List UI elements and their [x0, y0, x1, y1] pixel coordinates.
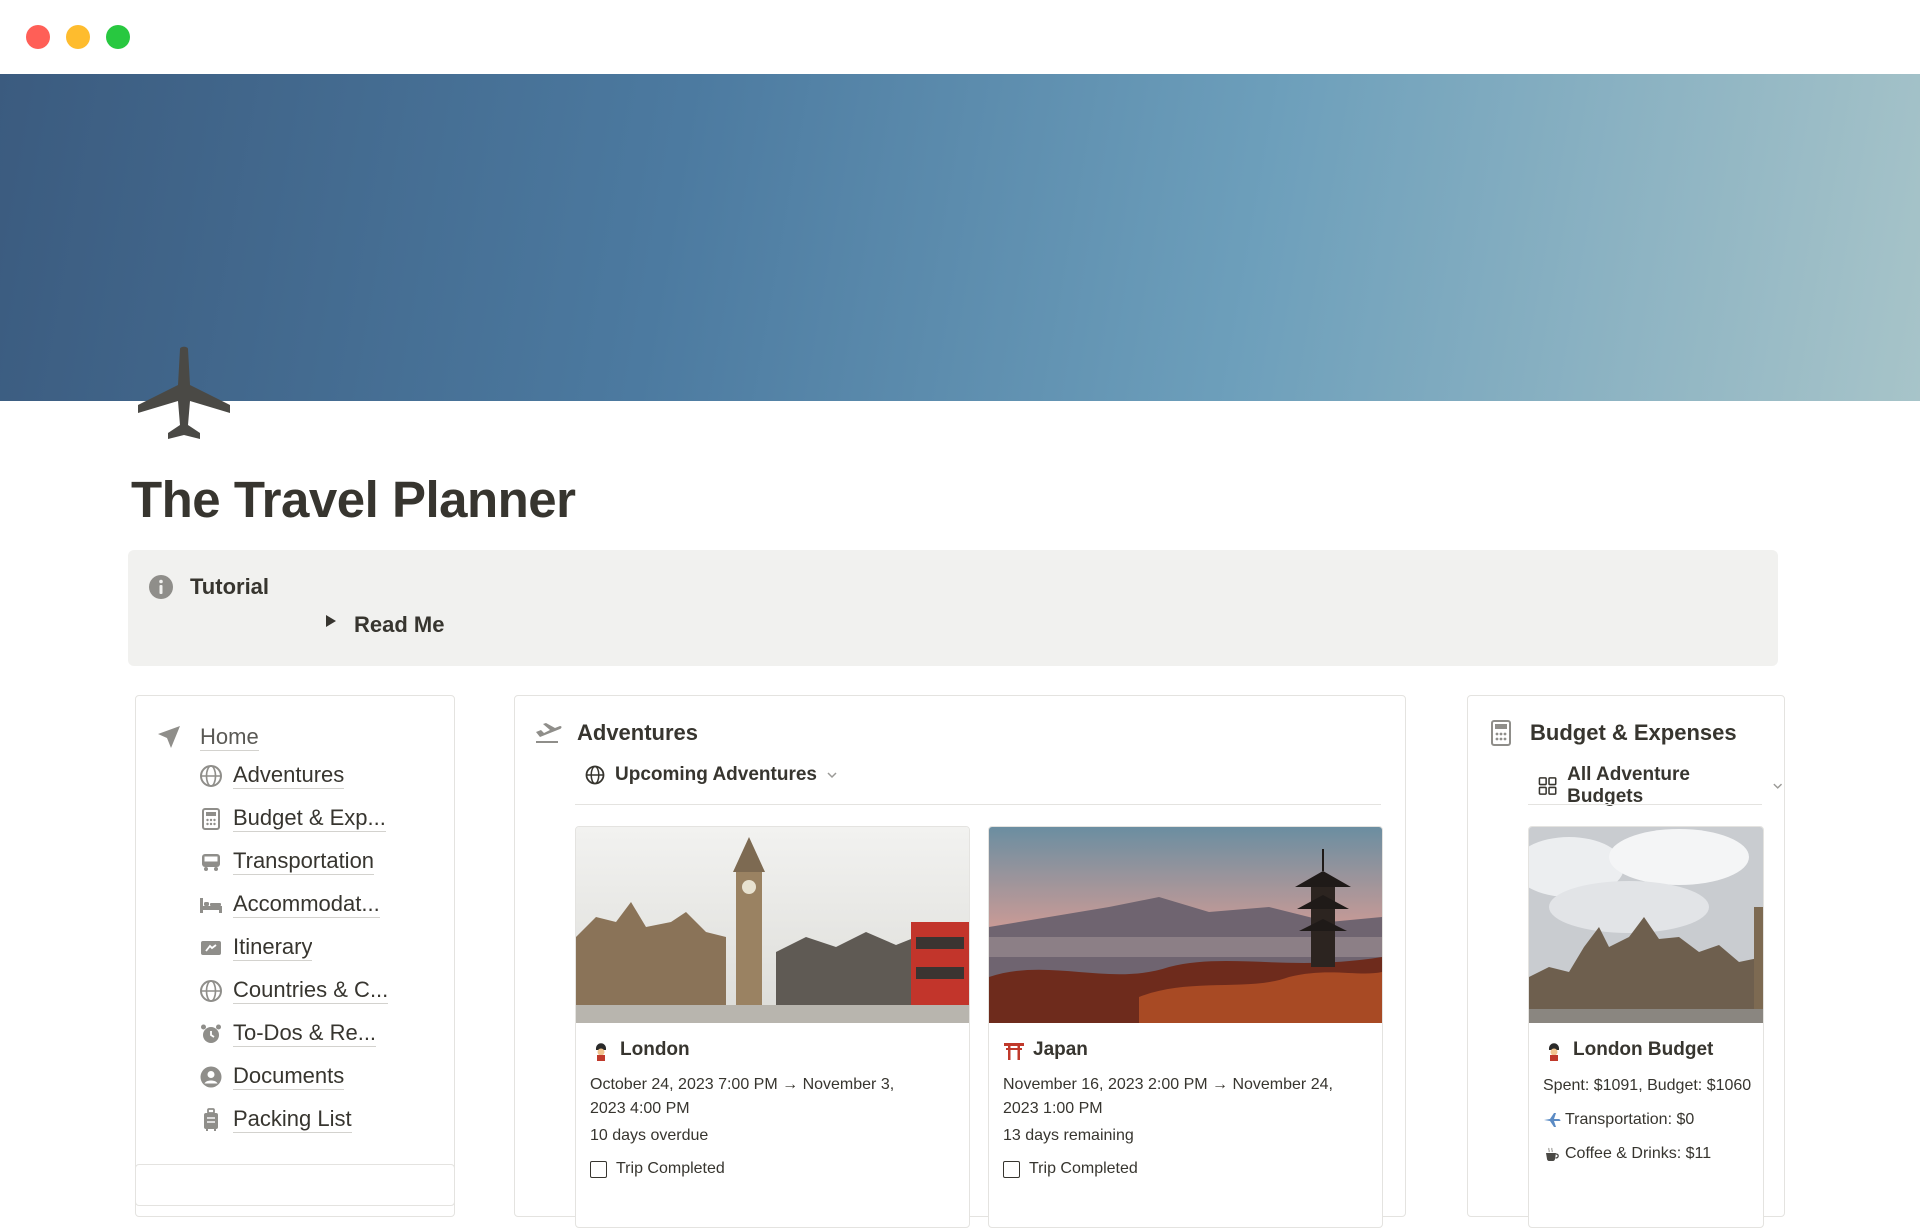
japan-cover-image — [989, 827, 1382, 1023]
budget-title[interactable]: Budget & Expenses — [1530, 720, 1737, 746]
calculator-icon — [202, 807, 220, 830]
budget-line-text: Transportation: $0 — [1565, 1111, 1695, 1128]
ticket-icon — [201, 940, 221, 955]
budget-panel: Budget & Expenses All Adventure Budgets — [1467, 695, 1785, 1228]
nav-item-label: Accommodat... — [233, 891, 380, 918]
chevron-down-icon — [1772, 783, 1782, 789]
london-cover-image — [576, 827, 969, 1023]
window-minimize-button[interactable] — [66, 25, 90, 49]
calculator-icon — [1491, 720, 1511, 746]
adventures-header: Adventures — [533, 718, 698, 748]
card-title: London Budget — [1543, 1039, 1713, 1061]
nav-item-label: Transportation — [233, 848, 375, 875]
home-link[interactable]: Home — [156, 722, 259, 752]
page-cover — [0, 74, 1920, 401]
nav-item-documents[interactable]: Documents — [199, 1055, 388, 1098]
all-adventure-budgets-view-tab[interactable]: All Adventure Budgets — [1538, 764, 1784, 808]
checkbox-label: Trip Completed — [1029, 1160, 1138, 1177]
nav-item-todos[interactable]: To-Dos & Re... — [199, 1012, 388, 1055]
coffee-cup-icon — [1546, 1147, 1559, 1161]
card-title-text: Japan — [1033, 1039, 1088, 1060]
card-status: 13 days remaining — [1003, 1127, 1134, 1144]
navigation-panel: Home Adventures Budget & Exp... Transpor… — [135, 695, 455, 1217]
card-title-text: London — [620, 1039, 690, 1060]
upcoming-adventures-view-tab[interactable]: Upcoming Adventures — [585, 764, 839, 786]
checkbox-box[interactable] — [590, 1160, 607, 1178]
budget-transportation-line: Transportation: $0 — [1543, 1111, 1694, 1129]
budget-header: Budget & Expenses — [1486, 718, 1737, 748]
bus-icon — [202, 853, 220, 871]
budget-coffee-line: Coffee & Drinks: $11 — [1543, 1145, 1711, 1163]
globe-icon — [585, 765, 605, 785]
trip-completed-checkbox[interactable]: Trip Completed — [590, 1160, 725, 1178]
view-tab-divider — [575, 804, 1381, 805]
trip-completed-checkbox[interactable]: Trip Completed — [1003, 1160, 1138, 1178]
navigation-arrow-icon — [158, 726, 180, 748]
globe-icon — [200, 764, 222, 787]
bed-icon — [200, 897, 222, 913]
adventures-panel: Adventures Upcoming Adventures London Oc… — [514, 695, 1406, 1228]
user-circle-icon — [200, 1066, 222, 1087]
nav-item-label: Budget & Exp... — [233, 805, 386, 832]
nav-item-itinerary[interactable]: Itinerary — [199, 926, 388, 969]
nav-item-label: Packing List — [233, 1106, 352, 1133]
adventure-card-london[interactable]: London October 24, 2023 7:00 PM → Novemb… — [575, 826, 970, 1228]
window-titlebar — [0, 0, 1920, 74]
card-title: Japan — [1003, 1039, 1088, 1061]
budget-line-text: Coffee & Drinks: $11 — [1565, 1145, 1712, 1162]
nav-item-label: Documents — [233, 1063, 345, 1090]
read-me-toggle[interactable]: Read Me — [354, 612, 444, 638]
nav-item-label: To-Dos & Re... — [233, 1020, 377, 1047]
callout-title: Tutorial — [190, 574, 270, 599]
checkbox-box[interactable] — [1003, 1160, 1020, 1178]
view-tab-label: All Adventure Budgets — [1567, 764, 1690, 807]
airplane-takeoff-icon — [536, 723, 562, 743]
luggage-icon — [204, 1107, 218, 1131]
nav-item-packing-list[interactable]: Packing List — [199, 1098, 388, 1141]
guardsman-emoji-icon — [1548, 1043, 1560, 1061]
gallery-grid-icon — [1538, 777, 1557, 795]
view-tab-divider — [1528, 804, 1762, 805]
budget-card-london[interactable]: London Budget Spent: $1091, Budget: $106… — [1528, 826, 1764, 1228]
info-icon — [149, 575, 173, 599]
nav-item-budget[interactable]: Budget & Exp... — [199, 797, 388, 840]
view-tab-label: Upcoming Adventures — [615, 764, 817, 785]
torii-gate-icon — [1004, 1043, 1024, 1060]
nav-item-transportation[interactable]: Transportation — [199, 840, 388, 883]
globe-icon — [200, 979, 222, 1002]
nav-list: Adventures Budget & Exp... Transportatio… — [199, 754, 389, 1141]
card-dates: October 24, 2023 7:00 PM → November 3, 2… — [590, 1076, 895, 1117]
toggle-triangle-icon[interactable] — [324, 614, 338, 628]
nav-item-label: Countries & C... — [233, 977, 389, 1004]
nav-item-countries[interactable]: Countries & C... — [199, 969, 389, 1012]
nav-item-adventures[interactable]: Adventures — [199, 754, 388, 797]
chevron-down-icon — [827, 772, 837, 779]
window-close-button[interactable] — [26, 25, 50, 49]
nav-item-label: Itinerary — [233, 934, 313, 961]
tutorial-callout: Tutorial Read Me — [128, 550, 1778, 666]
london-budget-cover-image — [1529, 827, 1763, 1023]
card-dates: November 16, 2023 2:00 PM → November 24,… — [1003, 1076, 1333, 1117]
window-zoom-button[interactable] — [106, 25, 130, 49]
airplane-emoji-icon — [1544, 1113, 1561, 1127]
card-title-text: London Budget — [1573, 1039, 1714, 1060]
alarm-clock-icon — [201, 1024, 221, 1043]
checkbox-label: Trip Completed — [616, 1160, 725, 1177]
nav-item-accommodations[interactable]: Accommodat... — [199, 883, 388, 926]
page-title: The Travel Planner — [131, 471, 576, 528]
nav-item-label: Adventures — [233, 762, 345, 789]
home-link-label: Home — [200, 723, 259, 751]
adventure-card-japan[interactable]: Japan November 16, 2023 2:00 PM → Novemb… — [988, 826, 1383, 1228]
guardsman-emoji-icon — [595, 1043, 607, 1061]
airplane-icon[interactable] — [136, 345, 232, 441]
card-title: London — [590, 1039, 690, 1061]
adventures-title[interactable]: Adventures — [577, 720, 698, 746]
budget-spent-line: Spent: $1091, Budget: $1060 — [1543, 1077, 1752, 1094]
card-status: 10 days overdue — [590, 1127, 709, 1144]
